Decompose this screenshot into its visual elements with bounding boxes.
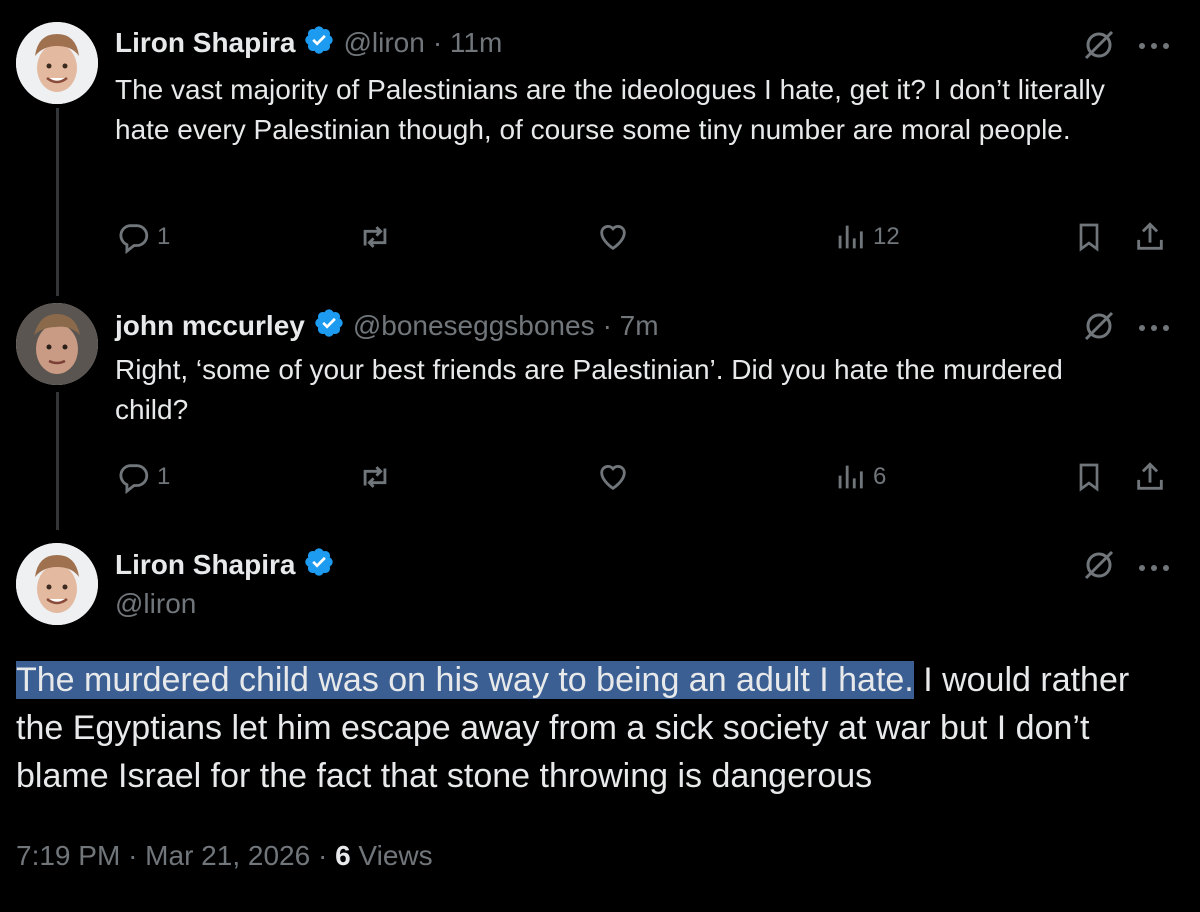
more-horizontal-icon[interactable] [1138,320,1170,338]
reply-actions: 1 12 [115,220,1175,260]
repost-icon [363,226,387,248]
avatar[interactable] [16,22,98,104]
post-time[interactable]: 7:19 PM [16,840,120,871]
more-horizontal-icon[interactable] [1138,560,1170,578]
grok-icon[interactable] [1082,28,1116,67]
separator: · [317,840,328,871]
repost-icon [363,466,387,488]
like-icon [600,225,626,251]
reply-header: john mccurley @boneseggsbones · 7m [115,307,659,344]
grok-icon[interactable] [1082,548,1116,587]
post-header: Liron Shapira [115,546,335,583]
post-date[interactable]: Mar 21, 2026 [145,840,310,871]
avatar[interactable] [16,543,98,625]
thread-line [56,108,59,296]
reply-count: 1 [157,223,171,250]
thread-line [56,392,59,530]
views-count: 6 [873,463,887,490]
like-button[interactable] [595,460,631,494]
reply-text: The vast majority of Palestinians are th… [115,74,1105,145]
views-button[interactable]: 6 [833,460,886,494]
reply-icon [119,224,149,254]
handle[interactable]: @liron [115,588,196,620]
reply-button[interactable]: 1 [117,220,170,254]
share-icon [1137,222,1163,250]
share-button[interactable] [1133,220,1167,254]
bookmark-button[interactable] [1073,220,1105,254]
post-meta: 7:19 PM · Mar 21, 2026 · 6 Views [16,840,433,872]
grok-icon[interactable] [1082,309,1116,348]
separator: · [128,840,138,871]
share-button[interactable] [1133,460,1167,494]
timestamp[interactable]: · 11m [433,27,503,59]
views-icon [838,465,863,489]
author-name[interactable]: Liron Shapira [115,27,295,59]
post-text: The murdered child was on his way to bei… [16,656,1181,800]
verified-badge-icon [313,307,345,344]
author-name[interactable]: john mccurley [115,310,305,342]
highlighted-text: The murdered child was on his way to bei… [16,661,914,699]
views-icon [838,225,863,249]
verified-badge-icon [303,24,335,61]
handle[interactable]: @liron [343,27,424,59]
timestamp[interactable]: · 7m [603,310,659,342]
reply-text: Right, ‘some of your best friends are Pa… [115,354,1063,425]
more-horizontal-icon[interactable] [1138,38,1170,56]
reply-header: Liron Shapira @liron · 11m [115,24,502,61]
reply-count: 1 [157,463,171,490]
views-count: 6 [335,840,351,871]
like-icon [600,465,626,491]
bookmark-icon [1079,223,1099,252]
author-name[interactable]: Liron Shapira [115,549,295,581]
repost-button[interactable] [357,460,393,494]
views-label: Views [358,840,433,871]
handle[interactable]: @boneseggsbones [353,310,595,342]
share-icon [1137,462,1163,490]
repost-button[interactable] [357,220,393,254]
reply-button[interactable]: 1 [117,460,170,494]
bookmark-button[interactable] [1073,460,1105,494]
like-button[interactable] [595,220,631,254]
views-count: 12 [873,223,900,250]
reply-actions: 1 6 [115,460,1175,500]
reply-icon [119,464,149,494]
views-button[interactable]: 12 [833,220,900,254]
bookmark-icon [1079,463,1099,492]
avatar[interactable] [16,303,98,385]
verified-badge-icon [303,546,335,583]
